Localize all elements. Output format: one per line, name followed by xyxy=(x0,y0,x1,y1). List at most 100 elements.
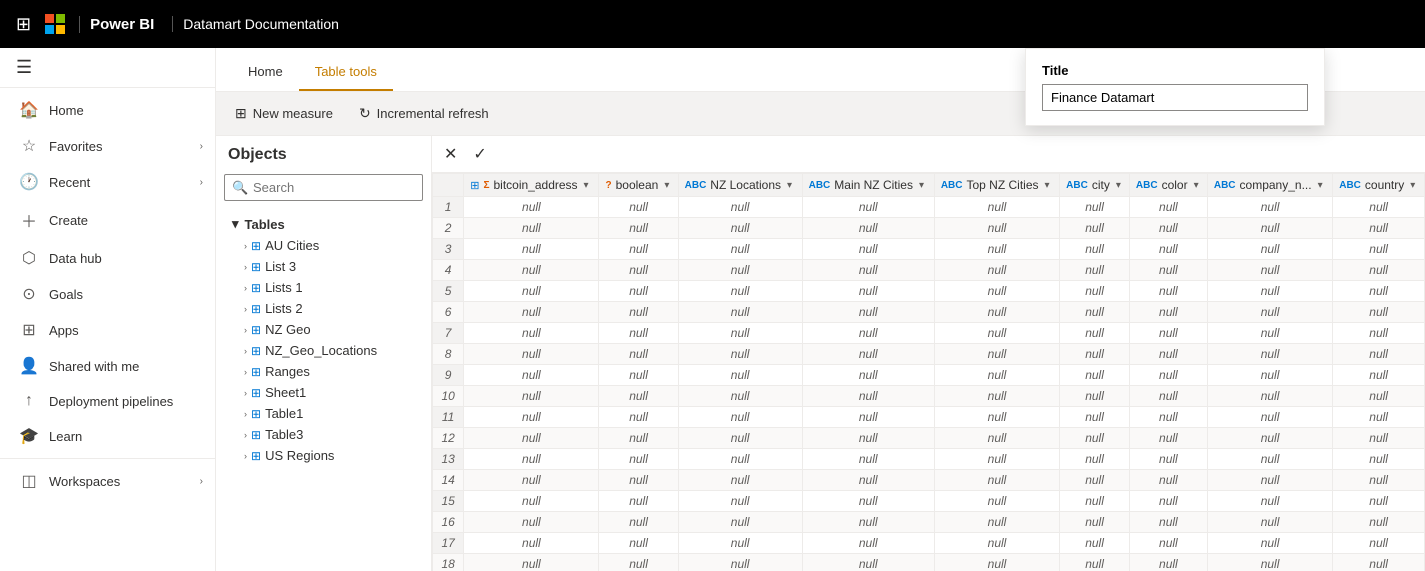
col-header-nz-locations[interactable]: ABC NZ Locations ▾ xyxy=(678,174,802,197)
sidebar-item-sharedwithme[interactable]: 👤 Shared with me xyxy=(0,348,215,384)
table-item-au-cities[interactable]: › ⊞ AU Cities xyxy=(228,235,419,256)
table-item-nzgeolocations[interactable]: › ⊞ NZ_Geo_Locations xyxy=(228,340,419,361)
table-item-list3[interactable]: › ⊞ List 3 xyxy=(228,256,419,277)
tables-label: Tables xyxy=(245,217,285,232)
cell-null: null xyxy=(1207,365,1332,386)
table-item-label: List 3 xyxy=(265,259,296,274)
confirm-edit-button[interactable]: ✓ xyxy=(469,142,490,166)
sidebar-nav: 🏠 Home ☆ Favorites › 🕐 Recent › ＋ Create… xyxy=(0,88,215,571)
cell-null: null xyxy=(599,323,678,344)
row-number: 18 xyxy=(433,554,464,571)
col-header-main-nz-cities[interactable]: ABC Main NZ Cities ▾ xyxy=(802,174,934,197)
chevron-right-icon: › xyxy=(244,325,247,335)
sort-icon[interactable]: ▾ xyxy=(1410,180,1415,191)
objects-search-input[interactable] xyxy=(224,174,423,201)
table-icon: ⊞ xyxy=(251,281,261,295)
col-type-abc-icon: ABC xyxy=(809,180,831,191)
cell-null: null xyxy=(934,512,1059,533)
sidebar-item-recent[interactable]: 🕐 Recent › xyxy=(0,164,215,200)
cell-null: null xyxy=(802,239,934,260)
table-item-lists2[interactable]: › ⊞ Lists 2 xyxy=(228,298,419,319)
sort-icon[interactable]: ▾ xyxy=(1116,180,1121,191)
grid-container[interactable]: ⊞ Σ bitcoin_address ▾ ? bool xyxy=(432,173,1425,571)
cell-null: null xyxy=(1060,491,1130,512)
col-header-company-name[interactable]: ABC company_n... ▾ xyxy=(1207,174,1332,197)
sidebar-item-home[interactable]: 🏠 Home xyxy=(0,92,215,128)
cell-null: null xyxy=(1333,239,1425,260)
col-name: city xyxy=(1092,178,1110,192)
tab-home[interactable]: Home xyxy=(232,54,299,91)
cell-null: null xyxy=(1129,386,1207,407)
table-item-nzgeo[interactable]: › ⊞ NZ Geo xyxy=(228,319,419,340)
sidebar-item-goals[interactable]: ⊙ Goals xyxy=(0,276,215,312)
sidebar-item-learn[interactable]: 🎓 Learn xyxy=(0,418,215,454)
sort-icon[interactable]: ▾ xyxy=(1045,180,1050,191)
new-measure-button[interactable]: ⊞ New measure xyxy=(224,98,344,129)
sidebar-item-label: Favorites xyxy=(49,139,102,154)
waffle-icon[interactable]: ⊞ xyxy=(12,10,35,39)
cell-null: null xyxy=(934,281,1059,302)
sidebar-item-create[interactable]: ＋ Create xyxy=(0,200,215,240)
sidebar-item-label: Recent xyxy=(49,175,90,190)
deployment-icon: ↑ xyxy=(19,392,39,410)
col-header-color[interactable]: ABC color ▾ xyxy=(1129,174,1207,197)
sidebar-item-favorites[interactable]: ☆ Favorites › xyxy=(0,128,215,164)
table-item-ranges[interactable]: › ⊞ Ranges xyxy=(228,361,419,382)
table-icon: ⊞ xyxy=(251,428,261,442)
sidebar-item-workspaces[interactable]: ◫ Workspaces › xyxy=(0,463,215,499)
cell-null: null xyxy=(678,386,802,407)
table-icon: ⊞ xyxy=(251,386,261,400)
table-item-label: US Regions xyxy=(265,448,334,463)
row-number: 11 xyxy=(433,407,464,428)
col-type-bool-icon: ? xyxy=(605,180,611,191)
tab-tabletools[interactable]: Table tools xyxy=(299,54,393,91)
row-number: 17 xyxy=(433,533,464,554)
cell-null: null xyxy=(678,512,802,533)
sidebar-item-deployment[interactable]: ↑ Deployment pipelines xyxy=(0,384,215,418)
sidebar-item-apps[interactable]: ⊞ Apps xyxy=(0,312,215,348)
cell-null: null xyxy=(1333,512,1425,533)
cancel-edit-button[interactable]: ✕ xyxy=(440,142,461,166)
table-row: 3nullnullnullnullnullnullnullnullnull xyxy=(433,239,1425,260)
table-item-table3[interactable]: › ⊞ Table3 xyxy=(228,424,419,445)
cell-null: null xyxy=(464,533,599,554)
table-item-usregions[interactable]: › ⊞ US Regions xyxy=(228,445,419,466)
sort-icon[interactable]: ▾ xyxy=(919,180,924,191)
cell-null: null xyxy=(934,554,1059,571)
sort-icon[interactable]: ▾ xyxy=(664,180,669,191)
sort-icon[interactable]: ▾ xyxy=(584,180,589,191)
sort-icon[interactable]: ▾ xyxy=(1318,180,1323,191)
incremental-refresh-button[interactable]: ↻ Incremental refresh xyxy=(348,98,500,129)
table-item-table1[interactable]: › ⊞ Table1 xyxy=(228,403,419,424)
cell-null: null xyxy=(1060,449,1130,470)
col-header-boolean[interactable]: ? boolean ▾ xyxy=(599,174,678,197)
sidebar-item-label: Create xyxy=(49,213,88,228)
cell-null: null xyxy=(1207,260,1332,281)
workspaces-icon: ◫ xyxy=(19,471,39,491)
cell-null: null xyxy=(1060,554,1130,571)
col-header-bitcoin-address[interactable]: ⊞ Σ bitcoin_address ▾ xyxy=(464,174,599,197)
table-item-lists1[interactable]: › ⊞ Lists 1 xyxy=(228,277,419,298)
cell-null: null xyxy=(934,386,1059,407)
cell-null: null xyxy=(802,449,934,470)
cell-null: null xyxy=(934,407,1059,428)
table-row: 12nullnullnullnullnullnullnullnullnull xyxy=(433,428,1425,449)
sort-icon[interactable]: ▾ xyxy=(787,180,792,191)
cell-null: null xyxy=(802,260,934,281)
col-header-country[interactable]: ABC country ▾ xyxy=(1333,174,1425,197)
col-header-city[interactable]: ABC city ▾ xyxy=(1060,174,1130,197)
cell-null: null xyxy=(1129,323,1207,344)
table-item-sheet1[interactable]: › ⊞ Sheet1 xyxy=(228,382,419,403)
cell-null: null xyxy=(678,449,802,470)
tables-section-header[interactable]: ▾ Tables xyxy=(228,213,419,235)
col-header-top-nz-cities[interactable]: ABC Top NZ Cities ▾ xyxy=(934,174,1059,197)
hamburger-button[interactable]: ☰ xyxy=(8,53,40,82)
cell-null: null xyxy=(934,344,1059,365)
title-input[interactable] xyxy=(1042,84,1308,111)
sort-icon[interactable]: ▾ xyxy=(1194,180,1199,191)
table-row: 11nullnullnullnullnullnullnullnullnull xyxy=(433,407,1425,428)
chevron-right-icon: › xyxy=(200,476,203,487)
sidebar-item-datahub[interactable]: ⬡ Data hub xyxy=(0,240,215,276)
chevron-right-icon: › xyxy=(244,451,247,461)
cell-null: null xyxy=(1207,533,1332,554)
